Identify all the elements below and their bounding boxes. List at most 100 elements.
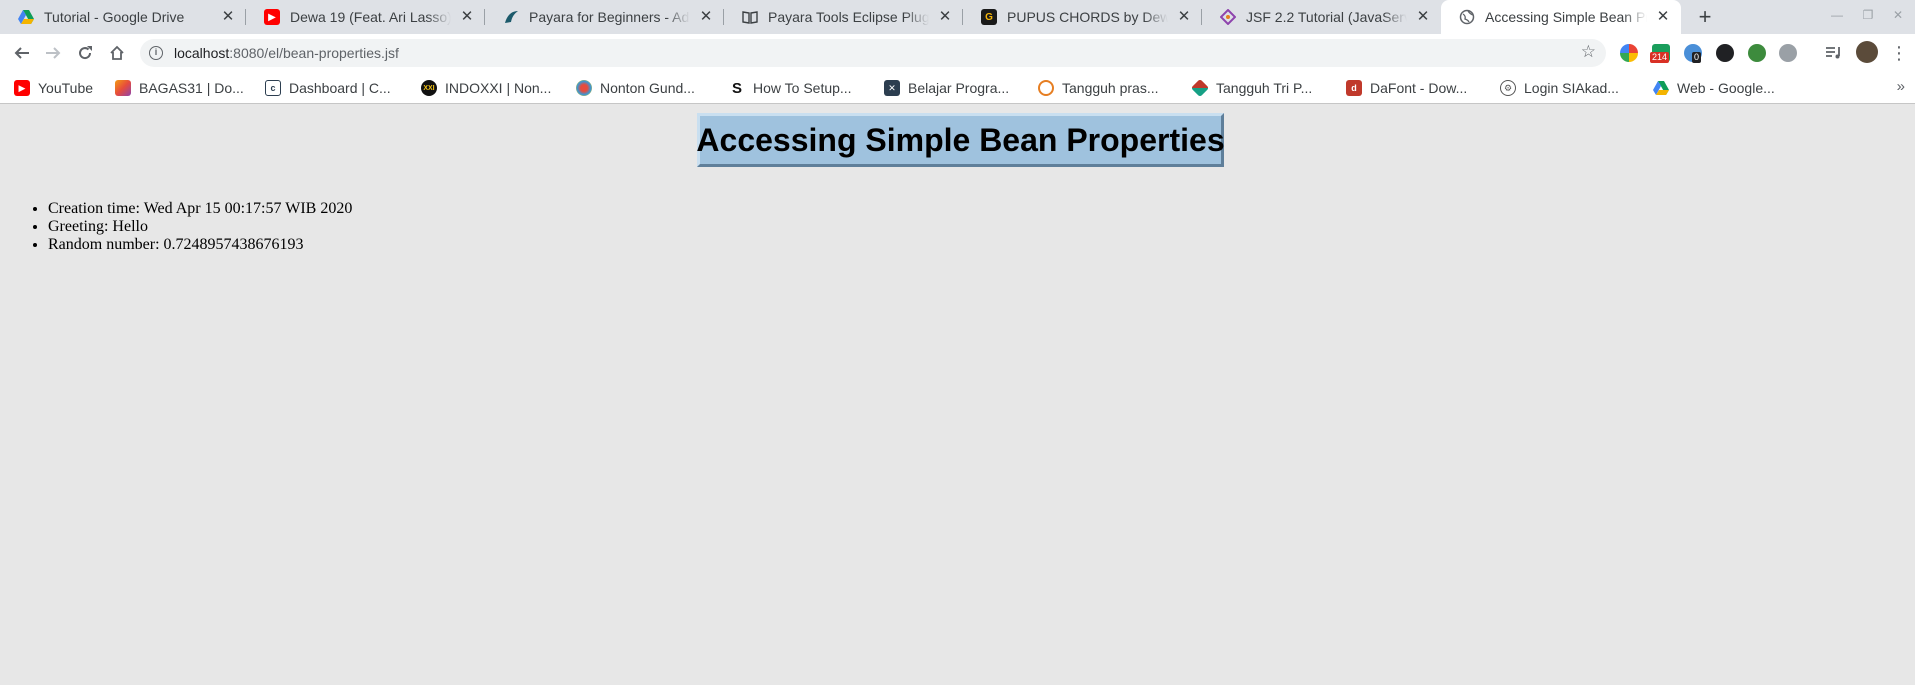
tab-title: JSF 2.2 Tutorial (JavaServ [1246, 9, 1407, 25]
forward-button[interactable] [39, 39, 67, 67]
bookmark-label: YouTube [38, 80, 94, 96]
address-bar[interactable]: i localhost:8080/el/bean-properties.jsf … [140, 39, 1606, 67]
home-icon [110, 45, 124, 60]
tab-title: PUPUS CHORDS by Dewa [1007, 9, 1168, 25]
belajar-icon: ✕ [884, 80, 900, 96]
youtube-icon: ▶ [14, 80, 30, 96]
google-drive-icon [1653, 80, 1669, 96]
bookmark-login-siakad[interactable]: ⚙ Login SIAkad... [1500, 80, 1619, 96]
circle-extension-icon[interactable] [1779, 44, 1797, 62]
site-info-icon[interactable]: i [149, 46, 163, 60]
extension-badge: 0 [1692, 52, 1702, 63]
payara-icon [503, 9, 519, 25]
list-item-greeting: Greeting: Hello [48, 218, 352, 236]
minimize-window-icon[interactable]: — [1827, 8, 1847, 26]
tab-strip: Tutorial - Google Drive ✕ ▶ Dewa 19 (Fea… [0, 0, 1915, 34]
list-item-random-number: Random number: 0.7248957438676193 [48, 236, 352, 254]
tab-jsf-tutorial[interactable]: JSF 2.2 Tutorial (JavaServ ✕ [1202, 0, 1441, 34]
bookmark-how-to-setup[interactable]: S How To Setup... [729, 79, 852, 97]
nonton-icon [576, 80, 592, 96]
tab-dewa-19[interactable]: ▶ Dewa 19 (Feat. Ari Lasso) ✕ [246, 0, 485, 34]
calendar-extension-icon[interactable]: 214 [1650, 44, 1670, 63]
bookmark-belajar-progra[interactable]: ✕ Belajar Progra... [884, 80, 1009, 96]
chords-icon: G [981, 9, 997, 25]
more-bookmarks-chevron-icon[interactable]: » [1897, 78, 1905, 95]
bookmark-indoxxi[interactable]: XXI INDOXXI | Non... [421, 80, 551, 96]
maximize-window-icon[interactable]: ❐ [1858, 8, 1878, 26]
tab-pupus-chords[interactable]: G PUPUS CHORDS by Dewa ✕ [963, 0, 1202, 34]
bookmark-star-icon[interactable]: ☆ [1581, 42, 1596, 62]
chrome-menu-icon[interactable]: ⋮ [1885, 39, 1913, 67]
bookmark-label: BAGAS31 | Do... [139, 80, 244, 96]
bookmark-web-google[interactable]: Web - Google... [1653, 80, 1775, 96]
list-item-creation-time: Creation time: Wed Apr 15 00:17:57 WIB 2… [48, 200, 352, 218]
tangguh-tri-icon [1190, 78, 1210, 98]
setup-icon: S [731, 79, 742, 97]
bookmark-dashboard[interactable]: c Dashboard | C... [265, 80, 391, 96]
dashboard-icon: c [265, 80, 281, 96]
extension-badge: 214 [1650, 52, 1670, 63]
tutorial-icon [1220, 9, 1236, 25]
close-tab-icon[interactable]: ✕ [1415, 9, 1431, 25]
page-title: Accessing Simple Bean Properties [696, 121, 1225, 158]
tab-google-drive[interactable]: Tutorial - Google Drive ✕ [0, 0, 246, 34]
close-tab-icon[interactable]: ✕ [698, 9, 714, 25]
bookmark-label: Dashboard | C... [289, 80, 391, 96]
reload-icon [79, 46, 92, 60]
tab-payara-tools[interactable]: Payara Tools Eclipse Plugi ✕ [724, 0, 963, 34]
url-path: :8080/el/bean-properties.jsf [229, 45, 399, 61]
reload-button[interactable] [71, 39, 99, 67]
forward-arrow-icon [46, 47, 61, 59]
back-arrow-icon [14, 47, 29, 59]
youtube-icon: ▶ [264, 9, 280, 25]
bookmark-label: Nonton Gund... [600, 80, 695, 96]
media-controls-button[interactable] [1820, 39, 1848, 67]
indoxxi-icon: XXI [421, 80, 437, 96]
back-button[interactable] [8, 39, 36, 67]
bookmark-bagas31[interactable]: BAGAS31 | Do... [115, 80, 244, 96]
close-window-icon[interactable]: ✕ [1888, 8, 1908, 26]
tab-payara-beginners[interactable]: Payara for Beginners - Ad ✕ [485, 0, 724, 34]
color-picker-extension-icon[interactable] [1620, 44, 1638, 62]
tab-title: Payara Tools Eclipse Plugi [768, 9, 929, 25]
close-tab-icon[interactable]: ✕ [220, 9, 236, 25]
close-tab-icon[interactable]: ✕ [459, 9, 475, 25]
tab-title: Tutorial - Google Drive [44, 9, 185, 25]
tab-accessing-simple-bean[interactable]: Accessing Simple Bean Pr ✕ [1441, 0, 1681, 34]
bookmark-label: Tangguh pras... [1062, 80, 1159, 96]
address-url: localhost:8080/el/bean-properties.jsf [174, 45, 399, 61]
globe-extension-icon[interactable] [1748, 44, 1766, 62]
bookmarks-bar: ▶ YouTube BAGAS31 | Do... c Dashboard | … [0, 72, 1915, 104]
bookmark-tangguh-tri[interactable]: Tangguh Tri P... [1190, 78, 1313, 98]
home-button[interactable] [103, 39, 131, 67]
close-tab-icon[interactable]: ✕ [937, 9, 953, 25]
new-tab-button[interactable]: + [1692, 4, 1718, 30]
profile-avatar[interactable] [1856, 41, 1878, 63]
gnome-extension-icon[interactable] [1716, 44, 1734, 62]
google-drive-icon [18, 9, 34, 25]
tab-title: Payara for Beginners - Ad [529, 9, 690, 25]
page-content: Accessing Simple Bean Properties Creatio… [0, 105, 1915, 685]
bookmark-dafont[interactable]: d DaFont - Dow... [1346, 80, 1467, 96]
ghost-extension-icon[interactable]: 0 [1684, 44, 1702, 63]
close-tab-icon[interactable]: ✕ [1655, 9, 1671, 25]
bookmark-label: Tangguh Tri P... [1216, 80, 1313, 96]
bookmark-label: DaFont - Dow... [1370, 80, 1468, 96]
bookmark-nonton-gundam[interactable]: Nonton Gund... [576, 80, 695, 96]
bookmark-label: How To Setup... [753, 80, 852, 96]
bookmark-tangguh-pras[interactable]: Tangguh pras... [1038, 80, 1159, 96]
tab-title: Dewa 19 (Feat. Ari Lasso) [290, 9, 451, 25]
queue-music-icon [1826, 47, 1840, 59]
bookmark-label: Web - Google... [1677, 80, 1775, 96]
url-host: localhost [174, 45, 230, 61]
siakad-icon: ⚙ [1500, 80, 1516, 96]
close-tab-icon[interactable]: ✕ [1176, 9, 1192, 25]
bean-properties-list: Creation time: Wed Apr 15 00:17:57 WIB 2… [48, 200, 352, 254]
page-title-box: Accessing Simple Bean Properties [696, 113, 1225, 167]
book-icon [742, 9, 758, 25]
browser-toolbar: i localhost:8080/el/bean-properties.jsf … [0, 34, 1915, 72]
tangguh-icon [1038, 80, 1054, 96]
globe-icon [1459, 9, 1475, 25]
bookmark-youtube[interactable]: ▶ YouTube [14, 80, 93, 96]
bagas-icon [115, 80, 131, 96]
